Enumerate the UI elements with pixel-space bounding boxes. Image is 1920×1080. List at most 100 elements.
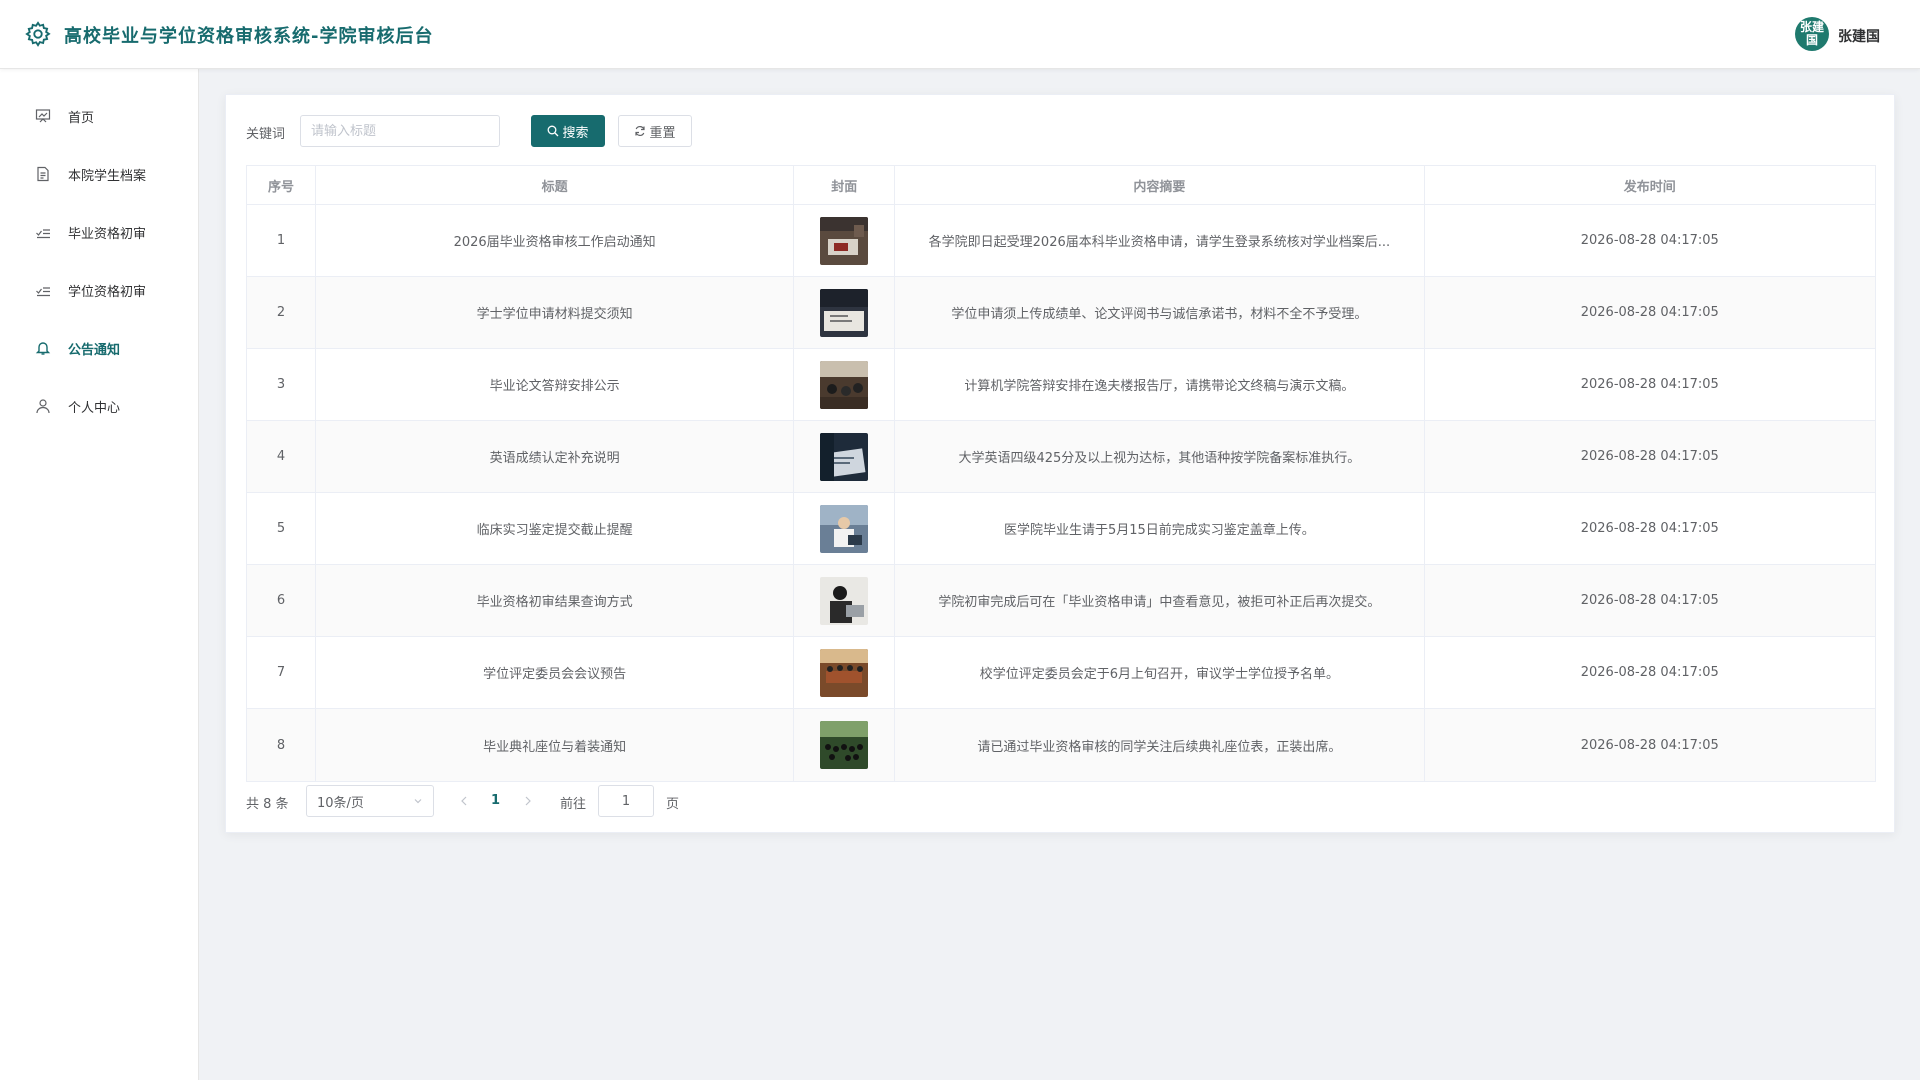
cover-thumbnail[interactable] bbox=[820, 648, 869, 697]
cover-thumbnail[interactable] bbox=[820, 432, 869, 481]
column-header-summary[interactable]: 内容摘要 bbox=[895, 166, 1425, 204]
next-page-icon[interactable] bbox=[520, 793, 536, 809]
row-publish-time: 2026-08-28 04:17:05 bbox=[1580, 737, 1719, 753]
sidebar-item-home[interactable]: 首页 bbox=[0, 87, 199, 145]
sidebar-item-degree-review[interactable]: 学位资格初审 bbox=[0, 261, 199, 319]
cover-thumbnail[interactable] bbox=[820, 360, 869, 409]
row-publish-time: 2026-08-28 04:17:05 bbox=[1580, 305, 1719, 320]
row-publish-time: 2026-08-28 04:17:05 bbox=[1580, 449, 1719, 464]
table-row[interactable]: 7 学位评定委员会会议预告 校学位评定委员会定于6月上旬召开，审议学士学位授予名… bbox=[247, 637, 1875, 709]
search-icon bbox=[548, 125, 559, 137]
page-size-value: 10条/页 bbox=[317, 795, 364, 811]
row-summary: 学院初审完成后可在「毕业资格申请」中查看意见，被拒可补正后再次提交。 bbox=[895, 565, 1425, 636]
current-page-number[interactable]: 1 bbox=[491, 793, 500, 808]
user-icon bbox=[34, 397, 52, 415]
avatar[interactable]: 张建国 bbox=[1795, 17, 1829, 51]
table-row[interactable]: 6 毕业资格初审结果查询方式 学院初审完成后可在「毕业资格申请」中查看意见，被拒… bbox=[247, 565, 1875, 637]
row-index: 4 bbox=[247, 421, 316, 492]
row-summary-text: 请已通过毕业资格审核的同学关注后续典礼座位表，正装出席。 bbox=[977, 739, 1342, 755]
row-summary: 学位申请须上传成绩单、论文评阅书与诚信承诺书，材料不全不予受理。 bbox=[895, 277, 1425, 348]
row-summary-text: 学位申请须上传成绩单、论文评阅书与诚信承诺书，材料不全不予受理。 bbox=[951, 307, 1368, 322]
sidebar: 首页 本院学生档案 毕业资格初审 学位资格初审 公告通知 个人中心 bbox=[0, 69, 199, 1080]
goto-label: 前往 bbox=[560, 797, 587, 812]
sidebar-item-student-archive[interactable]: 本院学生档案 bbox=[0, 145, 199, 203]
table-header-row: 序号 标题 封面 内容摘要 发布时间 bbox=[247, 166, 1875, 205]
row-summary: 计算机学院答辩安排在逸夫楼报告厅，请携带论文终稿与演示文稿。 bbox=[895, 349, 1425, 420]
row-title: 学位评定委员会会议预告 bbox=[316, 637, 795, 708]
pagination: 共 8 条 10条/页 1 前往 页 bbox=[246, 785, 846, 817]
table-row[interactable]: 1 2026届毕业资格审核工作启动通知 各学院即日起受理2026届本科毕业资格申… bbox=[247, 205, 1875, 277]
cover-thumbnail[interactable] bbox=[820, 721, 869, 769]
checklist-icon bbox=[34, 281, 52, 299]
refresh-icon bbox=[635, 125, 646, 137]
sidebar-item-graduation-review[interactable]: 毕业资格初审 bbox=[0, 203, 199, 261]
sidebar-item-label: 公告通知 bbox=[68, 342, 121, 358]
cover-cell bbox=[794, 277, 896, 348]
row-summary-text: 校学位评定委员会定于6月上旬召开，审议学士学位授予名单。 bbox=[979, 667, 1340, 682]
row-publish-time: 2026-08-28 04:17:05 bbox=[1580, 233, 1719, 248]
cover-thumbnail[interactable] bbox=[820, 288, 869, 337]
keyword-label: 关键词 bbox=[246, 127, 286, 142]
sidebar-item-label: 学位资格初审 bbox=[68, 284, 147, 300]
row-index: 8 bbox=[247, 709, 316, 781]
pagination-total: 共 8 条 bbox=[246, 797, 289, 812]
keyword-search-input[interactable] bbox=[300, 115, 500, 147]
chevron-down-icon bbox=[414, 799, 422, 804]
row-index: 7 bbox=[247, 637, 316, 708]
prev-page-icon[interactable] bbox=[456, 793, 472, 809]
user-name[interactable]: 张建国 bbox=[1838, 26, 1880, 46]
sidebar-item-label: 首页 bbox=[68, 110, 95, 126]
bell-icon bbox=[34, 339, 52, 357]
column-header-title[interactable]: 标题 bbox=[316, 166, 795, 204]
sidebar-item-announcements[interactable]: 公告通知 bbox=[0, 319, 199, 377]
gear-icon bbox=[25, 21, 51, 47]
table-row[interactable]: 3 毕业论文答辩安排公示 计算机学院答辩安排在逸夫楼报告厅，请携带论文终稿与演示… bbox=[247, 349, 1875, 421]
search-button-label: 搜索 bbox=[562, 125, 589, 141]
row-publish-time: 2026-08-28 04:17:05 bbox=[1580, 521, 1719, 536]
goto-page-input[interactable] bbox=[598, 785, 654, 817]
app-title: 高校毕业与学位资格审核系统-学院审核后台 bbox=[64, 26, 434, 47]
row-summary: 请已通过毕业资格审核的同学关注后续典礼座位表，正装出席。 bbox=[895, 709, 1425, 781]
page-unit-label: 页 bbox=[666, 797, 680, 812]
row-title: 毕业论文答辩安排公示 bbox=[316, 349, 795, 420]
row-summary-text: 各学院即日起受理2026届本科毕业资格申请，请学生登录系统核对学业档案后... bbox=[928, 235, 1391, 250]
row-index: 3 bbox=[247, 349, 316, 420]
column-header-cover[interactable]: 封面 bbox=[794, 166, 896, 204]
cover-cell bbox=[794, 205, 896, 276]
column-header-index[interactable]: 序号 bbox=[247, 166, 316, 204]
row-index: 5 bbox=[247, 493, 316, 564]
row-index: 6 bbox=[247, 565, 316, 636]
row-title: 英语成绩认定补充说明 bbox=[316, 421, 795, 492]
sidebar-item-profile[interactable]: 个人中心 bbox=[0, 377, 199, 435]
cover-cell bbox=[794, 421, 896, 492]
row-publish-time: 2026-08-28 04:17:05 bbox=[1580, 593, 1719, 608]
cover-thumbnail[interactable] bbox=[820, 216, 869, 265]
table-row[interactable]: 8 毕业典礼座位与着装通知 请已通过毕业资格审核的同学关注后续典礼座位表，正装出… bbox=[247, 709, 1875, 781]
row-publish-time: 2026-08-28 04:17:05 bbox=[1580, 665, 1719, 680]
row-summary-text: 大学英语四级425分及以上视为达标，其他语种按学院备案标准执行。 bbox=[958, 451, 1361, 466]
reset-button[interactable]: 重置 bbox=[618, 115, 692, 147]
sidebar-item-label: 个人中心 bbox=[68, 400, 121, 416]
search-button[interactable]: 搜索 bbox=[531, 115, 605, 147]
cover-thumbnail[interactable] bbox=[820, 504, 869, 553]
table-row[interactable]: 5 临床实习鉴定提交截止提醒 医学院毕业生请于5月15日前完成实习鉴定盖章上传。… bbox=[247, 493, 1875, 565]
row-summary-text: 医学院毕业生请于5月15日前完成实习鉴定盖章上传。 bbox=[1003, 523, 1315, 538]
table-row[interactable]: 2 学士学位申请材料提交须知 学位申请须上传成绩单、论文评阅书与诚信承诺书，材料… bbox=[247, 277, 1875, 349]
row-summary: 大学英语四级425分及以上视为达标，其他语种按学院备案标准执行。 bbox=[895, 421, 1425, 492]
announcement-table: 序号 标题 封面 内容摘要 发布时间 1 2026届毕业资格审核工作启动通知 各… bbox=[246, 165, 1876, 782]
row-title: 毕业资格初审结果查询方式 bbox=[316, 565, 795, 636]
cover-cell bbox=[794, 637, 896, 708]
row-title: 学士学位申请材料提交须知 bbox=[316, 277, 795, 348]
page-size-select[interactable]: 10条/页 bbox=[306, 785, 434, 817]
cover-thumbnail[interactable] bbox=[820, 576, 869, 625]
row-title: 临床实习鉴定提交截止提醒 bbox=[316, 493, 795, 564]
table-row[interactable]: 4 英语成绩认定补充说明 大学英语四级425分及以上视为达标，其他语种按学院备案… bbox=[247, 421, 1875, 493]
document-icon bbox=[34, 165, 52, 183]
column-header-publish-time[interactable]: 发布时间 bbox=[1425, 166, 1875, 204]
reset-button-label: 重置 bbox=[649, 125, 676, 141]
row-summary-text: 计算机学院答辩安排在逸夫楼报告厅，请携带论文终稿与演示文稿。 bbox=[964, 379, 1355, 394]
dashboard-icon bbox=[34, 107, 52, 125]
top-header: 高校毕业与学位资格审核系统-学院审核后台 张建国 张建国 bbox=[0, 0, 1920, 69]
row-title: 毕业典礼座位与着装通知 bbox=[316, 709, 795, 781]
cover-cell bbox=[794, 493, 896, 564]
